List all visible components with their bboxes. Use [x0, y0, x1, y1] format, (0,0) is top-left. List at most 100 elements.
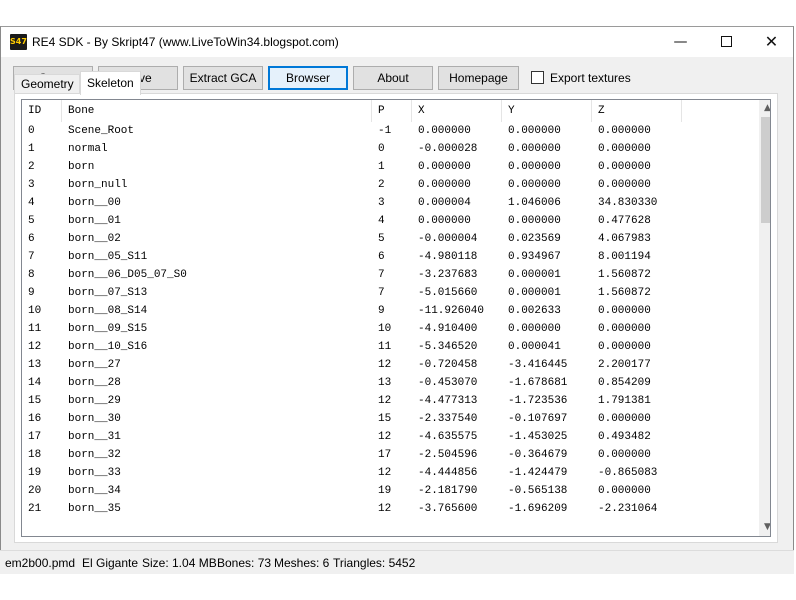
table-row[interactable]: 18 born__32 17 -2.504596 -0.364679 0.000000 [22, 446, 759, 464]
cell-y: 0.023569 [508, 233, 561, 245]
table-row[interactable]: 1 normal 0 -0.000028 0.000000 0.000000 [22, 140, 759, 158]
col-header-y[interactable]: Y [502, 100, 592, 122]
cell-z: 0.000000 [598, 143, 651, 155]
tab-skeleton[interactable]: Skeleton [80, 71, 141, 95]
table-row[interactable]: 8 born__06_D05_07_S0 7 -3.237683 0.000001 1.5… [22, 266, 759, 284]
cell-id: 0 [28, 125, 35, 137]
cell-y: 1.046006 [508, 197, 561, 209]
cell-id: 9 [28, 287, 35, 299]
skeleton-panel: ID Bone P X Y Z 0 Scene_Root -1 0.000000 0.0… [14, 93, 778, 543]
cell-x: -4.910400 [418, 323, 478, 335]
cell-parent: 7 [378, 269, 385, 281]
cell-bone: born__06_D05_07_S0 [68, 269, 187, 281]
cell-x: 0.000000 [418, 161, 471, 173]
cell-id: 2 [28, 161, 35, 173]
table-row[interactable]: 17 born__31 12 -4.635575 -1.453025 0.493482 [22, 428, 759, 446]
cell-z: 2.200177 [598, 359, 651, 371]
cell-z: 0.000000 [598, 125, 651, 137]
cell-z: 0.000000 [598, 179, 651, 191]
cell-z: 8.001194 [598, 251, 651, 263]
cell-parent: 19 [378, 485, 392, 497]
table-row[interactable]: 13 born__27 12 -0.720458 -3.416445 2.200177 [22, 356, 759, 374]
vertical-scrollbar[interactable]: ▲ ▼ [759, 100, 770, 536]
table-row[interactable]: 15 born__29 12 -4.477313 -1.723536 1.791381 [22, 392, 759, 410]
cell-parent: 7 [378, 287, 385, 299]
close-icon: ✕ [764, 32, 779, 51]
homepage-button[interactable]: Homepage [438, 66, 519, 90]
cell-id: 13 [28, 359, 42, 371]
cell-z: 0.854209 [598, 377, 651, 389]
cell-x: -4.980118 [418, 251, 478, 263]
tab-geometry[interactable]: Geometry [14, 74, 80, 94]
cell-x: -0.000004 [418, 233, 478, 245]
browser-button[interactable]: Browser [268, 66, 348, 90]
cell-y: 0.000000 [508, 125, 561, 137]
cell-z: 0.000000 [598, 341, 651, 353]
table-row[interactable]: 12 born__10_S16 11 -5.346520 0.000041 0.00000… [22, 338, 759, 356]
bone-list[interactable]: ID Bone P X Y Z 0 Scene_Root -1 0.000000 0.0… [21, 99, 771, 537]
close-button[interactable]: ✕ [749, 27, 794, 57]
table-row[interactable]: 10 born__08_S14 9 -11.926040 0.002633 0.00000… [22, 302, 759, 320]
cell-id: 4 [28, 197, 35, 209]
title-bar[interactable]: S47 RE4 SDK - By Skript47 (www.LiveToWin… [1, 27, 793, 57]
col-header-id[interactable]: ID [22, 100, 62, 122]
cell-x: -3.237683 [418, 269, 478, 281]
table-row[interactable]: 5 born__01 4 0.000000 0.000000 0.477628 [22, 212, 759, 230]
scroll-up-icon[interactable]: ▲ [759, 100, 770, 117]
cell-id: 16 [28, 413, 42, 425]
cell-x: -0.720458 [418, 359, 478, 371]
cell-y: -1.723536 [508, 395, 568, 407]
maximize-button[interactable] [704, 27, 749, 57]
table-row[interactable]: 16 born__30 15 -2.337540 -0.107697 0.000000 [22, 410, 759, 428]
cell-z: 1.560872 [598, 269, 651, 281]
scroll-thumb[interactable] [761, 117, 770, 223]
table-row[interactable]: 20 born__34 19 -2.181790 -0.565138 0.000000 [22, 482, 759, 500]
cell-parent: 6 [378, 251, 385, 263]
cell-id: 19 [28, 467, 42, 479]
cell-z: 0.000000 [598, 449, 651, 461]
cell-bone: born__34 [68, 485, 121, 497]
cell-parent: 12 [378, 467, 392, 479]
cell-bone: born__28 [68, 377, 121, 389]
cell-x: -2.504596 [418, 449, 478, 461]
cell-bone: born__09_S15 [68, 323, 148, 335]
table-row[interactable]: 19 born__33 12 -4.444856 -1.424479 -0.865083 [22, 464, 759, 482]
cell-y: -0.364679 [508, 449, 568, 461]
table-row[interactable]: 4 born__00 3 0.000004 1.046006 34.830330 [22, 194, 759, 212]
checkbox-box[interactable] [531, 71, 544, 84]
cell-z: 1.791381 [598, 395, 651, 407]
table-row[interactable]: 7 born__05_S11 6 -4.980118 0.934967 8.001194 [22, 248, 759, 266]
cell-parent: 12 [378, 431, 392, 443]
table-row[interactable]: 14 born__28 13 -0.453070 -1.678681 0.854209 [22, 374, 759, 392]
cell-x: -2.181790 [418, 485, 478, 497]
cell-id: 20 [28, 485, 42, 497]
col-header-bone[interactable]: Bone [62, 100, 372, 122]
table-row[interactable]: 0 Scene_Root -1 0.000000 0.000000 0.000000 [22, 122, 759, 140]
table-row[interactable]: 9 born__07_S13 7 -5.015660 0.000001 1.560872 [22, 284, 759, 302]
cell-y: 0.000000 [508, 215, 561, 227]
scroll-down-icon[interactable]: ▼ [759, 519, 770, 536]
cell-z: 0.000000 [598, 323, 651, 335]
minimize-button[interactable]: — [658, 27, 703, 57]
cell-parent: 11 [378, 341, 392, 353]
table-row[interactable]: 3 born_null 2 0.000000 0.000000 0.000000 [22, 176, 759, 194]
col-header-parent[interactable]: P [372, 100, 412, 122]
app-icon: S47 [10, 34, 27, 50]
cell-id: 18 [28, 449, 42, 461]
cell-bone: born__27 [68, 359, 121, 371]
cell-z: 0.000000 [598, 485, 651, 497]
cell-z: 0.000000 [598, 161, 651, 173]
cell-y: 0.934967 [508, 251, 561, 263]
col-header-x[interactable]: X [412, 100, 502, 122]
table-row[interactable]: 11 born__09_S15 10 -4.910400 0.000000 0.00000… [22, 320, 759, 338]
cell-id: 6 [28, 233, 35, 245]
about-button[interactable]: About [353, 66, 433, 90]
extract-gca-button[interactable]: Extract GCA [183, 66, 263, 90]
col-header-z[interactable]: Z [592, 100, 682, 122]
cell-z: -0.865083 [598, 467, 658, 479]
cell-y: 0.000001 [508, 287, 561, 299]
cell-x: -4.444856 [418, 467, 478, 479]
table-row[interactable]: 21 born__35 12 -3.765600 -1.696209 -2.231064 [22, 500, 759, 518]
table-row[interactable]: 6 born__02 5 -0.000004 0.023569 4.067983 [22, 230, 759, 248]
table-row[interactable]: 2 born 1 0.000000 0.000000 0.000000 [22, 158, 759, 176]
